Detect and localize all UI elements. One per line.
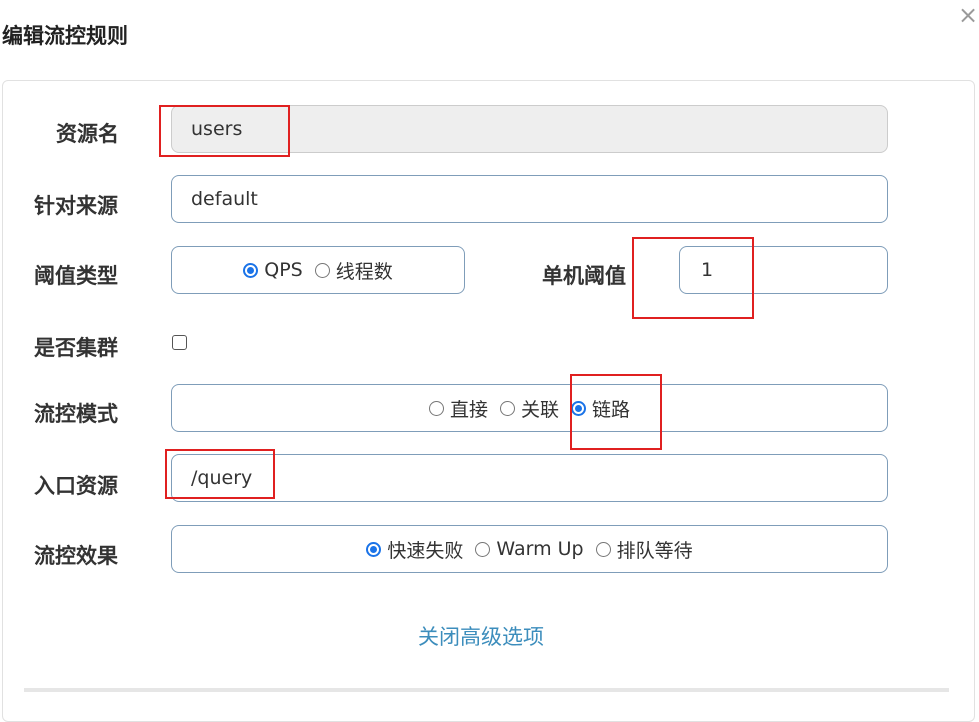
control-behavior-label: 流控效果 bbox=[34, 544, 118, 568]
radio-unchecked-icon bbox=[314, 262, 330, 278]
highlight-box-count bbox=[632, 237, 754, 319]
ref-resource-label: 入口资源 bbox=[34, 474, 118, 498]
behavior-option-warm-up[interactable]: Warm Up bbox=[475, 538, 584, 560]
grade-option-qps[interactable]: QPS bbox=[243, 259, 303, 281]
behavior-option-fast-fail[interactable]: 快速失败 bbox=[366, 536, 463, 563]
grade-radio-group: QPS 线程数 bbox=[171, 246, 465, 294]
strategy-option-relate[interactable]: 关联 bbox=[499, 395, 559, 422]
radio-unchecked-icon bbox=[595, 541, 611, 557]
close-icon[interactable]: × bbox=[957, 3, 979, 27]
strategy-option-direct[interactable]: 直接 bbox=[428, 395, 488, 422]
grade-label: 阈值类型 bbox=[34, 264, 118, 288]
behavior-option-queue[interactable]: 排队等待 bbox=[595, 536, 693, 563]
control-behavior-radio-group: 快速失败 Warm Up 排队等待 bbox=[171, 525, 888, 573]
cluster-checkbox[interactable] bbox=[172, 335, 187, 350]
resource-label: 资源名 bbox=[56, 122, 119, 146]
limit-app-label: 针对来源 bbox=[34, 194, 118, 218]
footer-divider bbox=[24, 688, 949, 692]
highlight-box-chain bbox=[570, 374, 662, 450]
radio-checked-icon bbox=[243, 262, 259, 278]
close-advanced-options-link[interactable]: 关闭高级选项 bbox=[418, 621, 544, 651]
radio-unchecked-icon bbox=[475, 541, 491, 557]
strategy-radio-group: 直接 关联 链路 bbox=[171, 384, 888, 432]
count-label: 单机阈值 bbox=[542, 264, 626, 288]
highlight-box-ref-resource bbox=[165, 449, 275, 499]
limit-app-value: default bbox=[191, 188, 258, 210]
grade-option-thread[interactable]: 线程数 bbox=[314, 257, 393, 284]
ref-resource-input[interactable]: /query bbox=[171, 454, 888, 502]
strategy-label: 流控模式 bbox=[34, 402, 118, 426]
highlight-box-resource bbox=[159, 105, 290, 157]
radio-checked-icon bbox=[366, 541, 382, 557]
radio-unchecked-icon bbox=[428, 400, 444, 416]
dialog-title: 编辑流控规则 bbox=[2, 24, 128, 48]
cluster-label: 是否集群 bbox=[34, 336, 118, 360]
limit-app-input[interactable]: default bbox=[171, 175, 888, 223]
radio-unchecked-icon bbox=[499, 400, 515, 416]
